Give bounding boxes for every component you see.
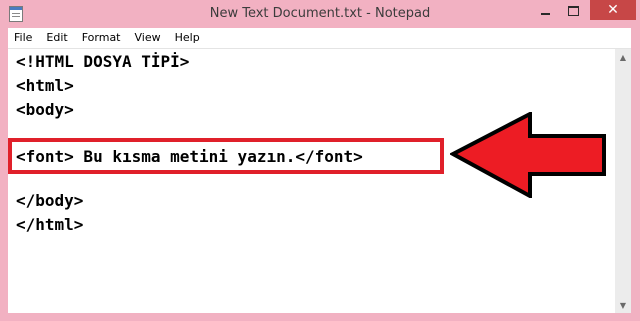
code-line-html-open: <html>: [16, 76, 74, 95]
code-line-html-close: </html>: [16, 215, 84, 234]
menu-view[interactable]: View: [128, 28, 168, 48]
minimize-button[interactable]: [531, 0, 559, 22]
scroll-down-icon[interactable]: ▼: [615, 297, 631, 313]
code-line-body-close: </body>: [16, 191, 84, 210]
highlight-box: [8, 138, 444, 174]
notepad-window: New Text Document.txt - Notepad ✕ File E…: [0, 0, 640, 321]
menu-file[interactable]: File: [8, 28, 39, 48]
code-line-doctype: <!HTML DOSYA TİPİ>: [16, 52, 190, 71]
title-bar[interactable]: New Text Document.txt - Notepad ✕: [0, 0, 640, 28]
scroll-up-icon[interactable]: ▲: [615, 49, 631, 65]
menu-help[interactable]: Help: [168, 28, 207, 48]
menu-edit[interactable]: Edit: [39, 28, 74, 48]
menu-bar: File Edit Format View Help: [8, 28, 631, 49]
menu-format[interactable]: Format: [75, 28, 128, 48]
window-bottom-frame: [8, 313, 631, 321]
close-button[interactable]: ✕: [590, 0, 636, 20]
maximize-button[interactable]: [560, 0, 587, 22]
minimize-icon: [540, 13, 550, 15]
maximize-icon: [568, 6, 579, 16]
red-arrow-icon: [450, 112, 606, 198]
vertical-scrollbar[interactable]: ▲ ▼: [615, 49, 631, 313]
close-icon: ✕: [607, 2, 619, 18]
text-editor-area[interactable]: <!HTML DOSYA TİPİ> <html> <body> <font> …: [8, 49, 615, 313]
code-line-body-open: <body>: [16, 100, 74, 119]
